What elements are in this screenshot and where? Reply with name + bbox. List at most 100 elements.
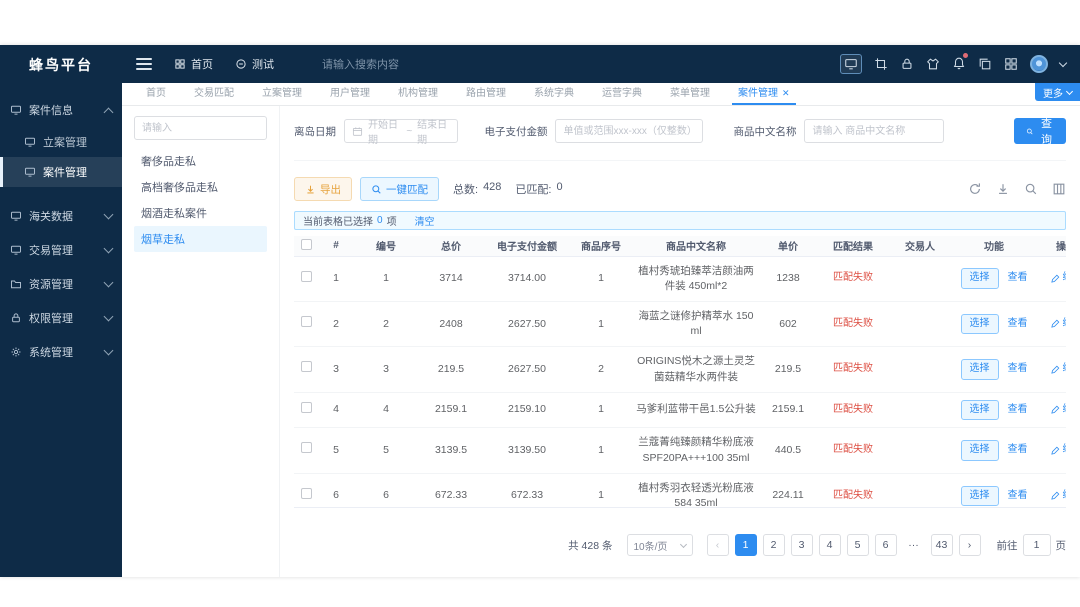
zoom-icon[interactable] bbox=[1024, 182, 1038, 196]
more-button[interactable]: 更多 bbox=[1035, 83, 1080, 101]
notification-badge bbox=[963, 52, 968, 58]
row-checkbox[interactable] bbox=[300, 316, 312, 328]
category-list-item[interactable]: 烟酒走私案件 bbox=[134, 200, 267, 226]
page-button[interactable]: › bbox=[958, 534, 981, 556]
hamburger-menu-icon[interactable] bbox=[136, 58, 152, 70]
edit-link[interactable]: 编辑 bbox=[1063, 271, 1067, 286]
page-button[interactable]: 3 bbox=[790, 534, 813, 556]
close-icon[interactable]: ✕ bbox=[782, 88, 790, 98]
page-tab[interactable]: 交易匹配✕ bbox=[188, 84, 240, 105]
global-search-input[interactable]: 请输入搜索内容 bbox=[322, 56, 399, 72]
page-tab[interactable]: 路由管理✕ bbox=[460, 84, 512, 105]
edit-link[interactable]: 编辑 bbox=[1063, 443, 1067, 458]
select-button[interactable]: 选择 bbox=[960, 313, 999, 335]
header-tab-home[interactable]: 首页 bbox=[174, 56, 213, 72]
page-tab[interactable]: 用户管理✕ bbox=[324, 84, 376, 105]
category-panel: 奢侈品走私 高档奢侈品走私 烟酒走私案件 烟草走私 bbox=[122, 106, 280, 577]
view-link[interactable]: 查看 bbox=[1007, 444, 1027, 455]
view-link[interactable]: 查看 bbox=[1007, 272, 1027, 283]
selection-count: 0 bbox=[377, 215, 383, 226]
select-all-checkbox[interactable] bbox=[300, 238, 312, 250]
date-range-picker[interactable]: 开始日期 ~ 结束日期 bbox=[344, 119, 459, 146]
page-button[interactable]: 2 bbox=[762, 534, 785, 556]
row-checkbox[interactable] bbox=[300, 361, 312, 373]
sidebar-item-system-management[interactable]: 系统管理 bbox=[0, 335, 122, 369]
page-button[interactable]: 4 bbox=[818, 534, 841, 556]
one-click-match-button[interactable]: 一键匹配 bbox=[360, 177, 439, 201]
page-tab[interactable]: 菜单管理✕ bbox=[664, 84, 716, 105]
user-avatar[interactable] bbox=[1030, 55, 1048, 73]
sidebar-item-resource-management[interactable]: 资源管理 bbox=[0, 267, 122, 301]
page-button[interactable]: ‹ bbox=[706, 534, 729, 556]
page-tab[interactable]: 机构管理✕ bbox=[392, 84, 444, 105]
category-search-input[interactable] bbox=[134, 116, 267, 140]
jump-page-input[interactable] bbox=[1022, 534, 1051, 556]
page-button[interactable]: ··· bbox=[902, 534, 925, 556]
cell-unit-price: 2159.1 bbox=[760, 392, 816, 429]
notifications-button[interactable] bbox=[952, 52, 968, 73]
header-tab-test[interactable]: 测试 bbox=[235, 56, 274, 72]
chevron-down-icon[interactable] bbox=[1058, 58, 1068, 67]
category-list-item[interactable]: 高档奢侈品走私 bbox=[134, 174, 267, 200]
page-tab[interactable]: 系统字典✕ bbox=[528, 84, 580, 105]
theme-shirt-icon[interactable] bbox=[926, 57, 940, 71]
page-button[interactable]: 43 bbox=[930, 534, 953, 556]
query-button[interactable]: 查询 bbox=[1014, 118, 1066, 146]
screen-monitor-button[interactable] bbox=[840, 54, 862, 74]
view-link[interactable]: 查看 bbox=[1007, 404, 1027, 415]
page-tab[interactable]: 运营字典✕ bbox=[596, 84, 648, 105]
edit-link[interactable]: 编辑 bbox=[1063, 362, 1067, 377]
sidebar-item-permission-management[interactable]: 权限管理 bbox=[0, 301, 122, 335]
select-button[interactable]: 选择 bbox=[960, 440, 999, 461]
row-checkbox[interactable] bbox=[300, 487, 312, 499]
select-button[interactable]: 选择 bbox=[960, 268, 999, 289]
screen: 蜂鸟平台 案件信息 立案管理 案件管理 海关数据 交易管理 资源管理 权限管理 … bbox=[0, 0, 1080, 607]
lock-icon[interactable] bbox=[900, 57, 914, 71]
category-list-item[interactable]: 烟草走私 bbox=[134, 226, 267, 252]
refresh-icon[interactable] bbox=[968, 182, 982, 196]
page-tab[interactable]: 首页✕ bbox=[140, 84, 172, 105]
chevron-down-icon bbox=[1065, 87, 1074, 95]
apps-grid-icon[interactable] bbox=[1004, 57, 1018, 71]
clear-selection-link[interactable]: 清空 bbox=[415, 213, 435, 228]
table-row: 6 6 672.33 672.33 1 植村秀羽衣轻透光粉底液 584 35ml… bbox=[294, 473, 1067, 507]
product-name-input[interactable] bbox=[804, 119, 945, 143]
row-checkbox[interactable] bbox=[300, 270, 312, 282]
sidebar-item-filing-management[interactable]: 立案管理 bbox=[0, 127, 122, 157]
sidebar-item-transaction-management[interactable]: 交易管理 bbox=[0, 233, 122, 267]
export-icon[interactable] bbox=[996, 182, 1010, 196]
page-tab[interactable]: 案件管理 ✕ bbox=[732, 84, 796, 105]
view-link[interactable]: 查看 bbox=[1007, 318, 1027, 329]
edit-link[interactable]: 编辑 bbox=[1063, 317, 1067, 332]
download-icon bbox=[307, 185, 314, 193]
category-list-item[interactable]: 奢侈品走私 bbox=[134, 148, 267, 174]
layers-icon[interactable] bbox=[978, 57, 992, 71]
sidebar-item-case-info[interactable]: 案件信息 bbox=[0, 93, 122, 127]
select-button[interactable]: 选择 bbox=[960, 485, 999, 507]
main-content: 离岛日期 开始日期 ~ 结束日期 电子支付金额 商品中文名称 bbox=[280, 106, 1080, 577]
page-button[interactable]: 1 bbox=[734, 534, 757, 556]
page-tab[interactable]: 立案管理✕ bbox=[256, 84, 308, 105]
amount-input[interactable] bbox=[555, 119, 704, 143]
cell-unit-price: 602 bbox=[760, 301, 816, 348]
select-button[interactable]: 选择 bbox=[960, 399, 999, 421]
page-button[interactable]: 5 bbox=[846, 534, 869, 556]
edit-link[interactable]: 编辑 bbox=[1063, 403, 1067, 418]
edit-link[interactable]: 编辑 bbox=[1063, 489, 1067, 504]
export-button[interactable]: 导出 bbox=[294, 177, 352, 201]
cell-match-result: 匹配失败 bbox=[816, 427, 890, 474]
row-checkbox[interactable] bbox=[300, 401, 312, 413]
row-checkbox[interactable] bbox=[300, 442, 312, 454]
view-link[interactable]: 查看 bbox=[1007, 363, 1027, 374]
cell-index: 6 bbox=[318, 473, 354, 507]
cell-serial: 1 bbox=[570, 473, 632, 507]
sidebar-item-customs-data[interactable]: 海关数据 bbox=[0, 199, 122, 233]
page-button[interactable]: 6 bbox=[874, 534, 897, 556]
sidebar-item-case-management[interactable]: 案件管理 bbox=[0, 157, 122, 187]
select-button[interactable]: 选择 bbox=[960, 359, 999, 380]
columns-setting-icon[interactable] bbox=[1052, 182, 1066, 196]
per-page-select[interactable]: 10条/页 bbox=[626, 534, 693, 556]
view-link[interactable]: 查看 bbox=[1007, 490, 1027, 501]
folder-icon bbox=[11, 280, 21, 289]
screenshot-icon[interactable] bbox=[874, 57, 888, 71]
